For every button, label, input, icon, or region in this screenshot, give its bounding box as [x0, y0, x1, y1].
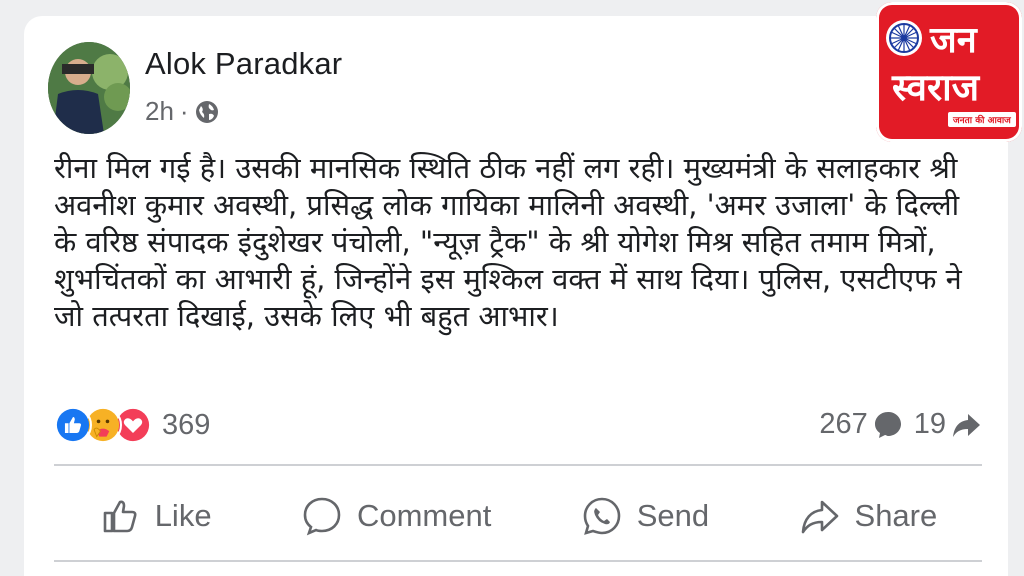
share-label: Share	[854, 498, 938, 533]
post-body: रीना मिल गई है। उसकी मानसिक स्थिति ठीक न…	[54, 151, 962, 333]
like-icon	[54, 406, 92, 444]
send-button[interactable]: Send	[581, 495, 709, 537]
comment-label: Comment	[356, 498, 492, 533]
like-label: Like	[154, 498, 212, 533]
post-meta: 2h ·	[145, 96, 219, 127]
post-stats: 267 19	[819, 408, 982, 441]
share-count[interactable]: 19	[914, 408, 982, 441]
comment-count-value: 267	[819, 408, 868, 440]
avatar[interactable]	[48, 42, 130, 134]
share-count-value: 19	[913, 408, 946, 440]
comment-button[interactable]: Comment	[301, 495, 491, 537]
comment-icon	[303, 497, 341, 536]
divider	[54, 464, 982, 466]
share-icon	[801, 500, 838, 534]
author-name[interactable]: Alok Paradkar	[145, 46, 342, 82]
action-bar: Like Comment Send Share	[54, 484, 982, 548]
chakra-icon	[886, 20, 922, 56]
whatsapp-icon	[583, 497, 621, 535]
comment-count[interactable]: 267	[819, 408, 903, 441]
reaction-count: 369	[162, 408, 211, 441]
share-button[interactable]: Share	[799, 495, 938, 537]
share-arrow-icon	[953, 413, 980, 437]
thumbs-up-icon	[103, 500, 137, 533]
comment-bubble-icon	[874, 411, 901, 438]
logo-text-bottom: स्वराज	[892, 66, 980, 109]
logo-text-top: जन	[930, 20, 977, 61]
like-button[interactable]: Like	[99, 495, 212, 537]
send-label: Send	[636, 498, 710, 533]
time-separator: ·	[179, 96, 189, 126]
logo-tagline: जनता की आवाज	[948, 112, 1016, 127]
reaction-summary[interactable]: 369	[54, 406, 210, 444]
channel-logo: जन स्वराज जनता की आवाज	[876, 2, 1022, 142]
globe-icon[interactable]	[195, 100, 219, 124]
divider	[54, 560, 982, 562]
avatar-photo	[48, 42, 130, 134]
post-time[interactable]: 2h	[145, 96, 174, 127]
